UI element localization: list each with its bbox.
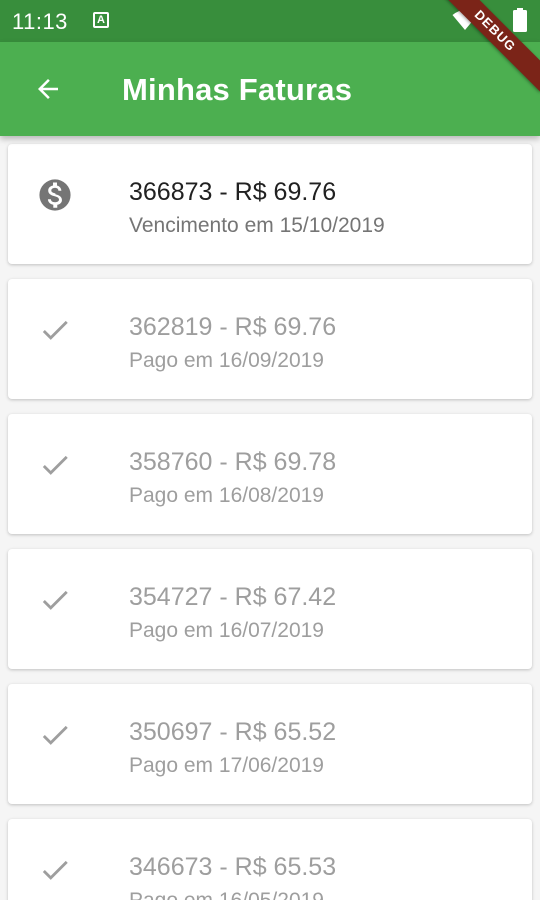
check-icon: [38, 583, 72, 617]
battery-icon: [513, 8, 527, 32]
arrow-left-icon: [38, 79, 58, 99]
invoice-card[interactable]: 358760 - R$ 69.78 Pago em 16/08/2019: [8, 414, 532, 534]
invoice-due-date: Vencimento em 15/10/2019: [129, 214, 385, 237]
invoice-paid-date: Pago em 16/05/2019: [129, 889, 324, 900]
invoice-title: 362819 - R$ 69.76: [129, 313, 337, 341]
check-icon: [38, 448, 72, 482]
invoice-title: 346673 - R$ 65.53: [129, 853, 337, 881]
app-bar: Minhas Faturas: [0, 42, 540, 136]
back-button[interactable]: [24, 65, 72, 113]
check-icon: [38, 313, 72, 347]
invoice-card[interactable]: 354727 - R$ 67.42 Pago em 16/07/2019: [8, 549, 532, 669]
invoice-title: 354727 - R$ 67.42: [129, 583, 337, 611]
invoice-card[interactable]: 366873 - R$ 69.76 Vencimento em 15/10/20…: [8, 144, 532, 264]
invoice-paid-date: Pago em 16/09/2019: [129, 349, 324, 372]
invoice-title: 350697 - R$ 65.52: [129, 718, 337, 746]
check-icon: [38, 853, 72, 887]
invoice-list[interactable]: 366873 - R$ 69.76 Vencimento em 15/10/20…: [0, 136, 540, 900]
status-time: 11:13: [12, 9, 68, 34]
check-icon: [38, 718, 72, 752]
page-title: Minhas Faturas: [122, 72, 353, 107]
invoice-card[interactable]: 346673 - R$ 65.53 Pago em 16/05/2019: [8, 819, 532, 900]
notification-a-icon: A: [93, 12, 109, 28]
invoice-card[interactable]: 362819 - R$ 69.76 Pago em 16/09/2019: [8, 279, 532, 399]
invoice-title: 366873 - R$ 69.76: [129, 178, 337, 206]
invoice-card[interactable]: 350697 - R$ 65.52 Pago em 17/06/2019: [8, 684, 532, 804]
invoice-paid-date: Pago em 16/07/2019: [129, 619, 324, 642]
invoice-title: 358760 - R$ 69.78: [129, 448, 337, 476]
dollar-icon: [38, 178, 72, 212]
invoice-paid-date: Pago em 17/06/2019: [129, 754, 324, 777]
invoice-paid-date: Pago em 16/08/2019: [129, 484, 324, 507]
